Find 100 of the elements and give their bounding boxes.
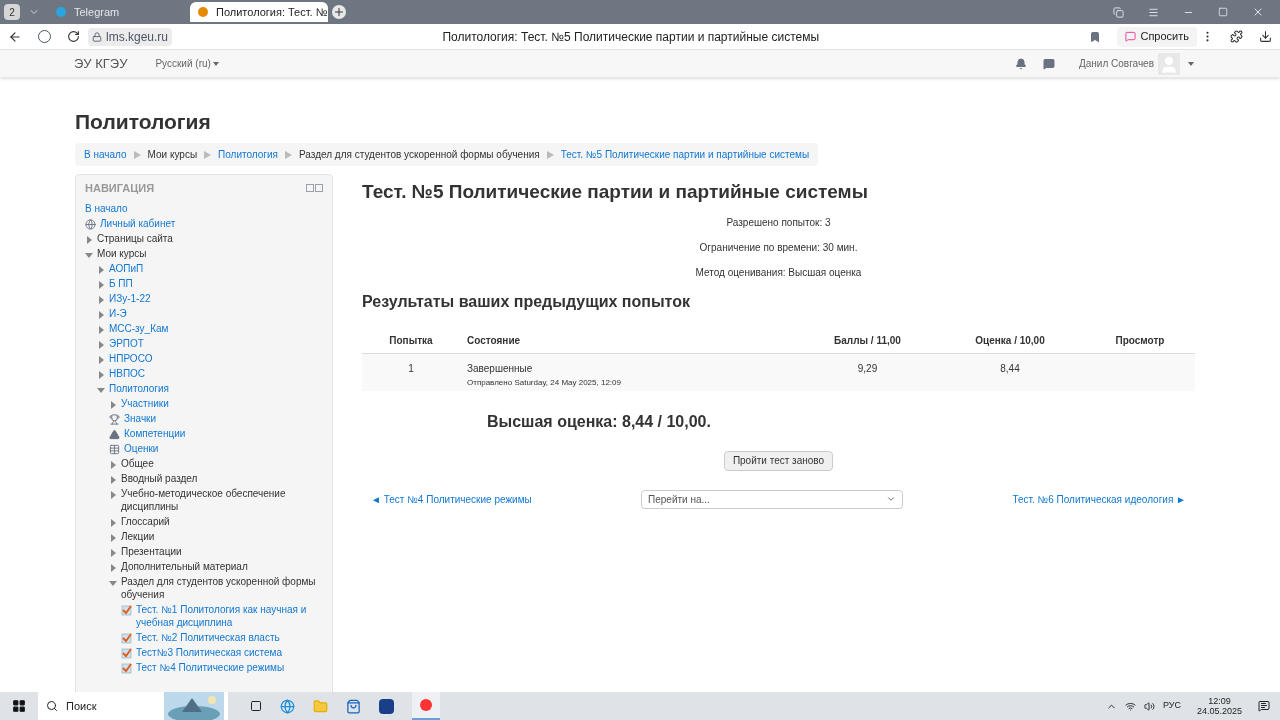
browser-tab[interactable]: Политология: Тест. № — [190, 2, 328, 22]
caret-down-icon[interactable] — [97, 386, 105, 394]
breadcrumb-item[interactable]: В начало — [84, 147, 127, 162]
clock-date[interactable]: 24.05.2025 — [1196, 706, 1242, 716]
nav-item[interactable]: Значки — [124, 412, 157, 425]
app-icon[interactable] — [379, 698, 394, 714]
caret-right-icon[interactable] — [97, 326, 105, 334]
network-icon[interactable] — [1124, 700, 1136, 712]
nav-item[interactable]: АОПиП — [109, 262, 144, 275]
caret-down-icon[interactable] — [109, 579, 117, 587]
bell-icon[interactable] — [1015, 57, 1027, 70]
caret-right-icon[interactable] — [109, 519, 117, 527]
ask-button[interactable]: Спросить — [1117, 26, 1197, 47]
nav-item[interactable]: Оценки — [124, 442, 159, 455]
chat-bubble-icon — [1125, 31, 1137, 42]
close-icon[interactable] — [1252, 6, 1264, 18]
retry-button[interactable]: Пройти тест заново — [723, 450, 834, 471]
caret-down-icon[interactable] — [85, 251, 93, 259]
download-icon[interactable] — [1259, 30, 1272, 43]
new-tab-icon[interactable] — [332, 5, 346, 19]
next-link[interactable]: Тест. №6 Политическая идеология ► — [1012, 491, 1186, 507]
dock-icon[interactable] — [315, 184, 323, 192]
breadcrumb-item[interactable]: Мои курсы — [147, 147, 198, 162]
chat-icon[interactable] — [1043, 57, 1055, 70]
caret-right-icon[interactable] — [97, 356, 105, 364]
nav-item[interactable]: Раздел для студентов ускоренной формы обучения — [121, 575, 323, 601]
nav-item[interactable]: И-Э — [109, 307, 127, 320]
caret-right-icon[interactable] — [85, 236, 93, 244]
nav-item[interactable]: Вводный раздел — [121, 472, 198, 485]
maximize-icon[interactable] — [1218, 7, 1228, 17]
menu-icon[interactable] — [1148, 6, 1159, 18]
clock-time[interactable]: 12:09 — [1208, 696, 1231, 706]
breadcrumb-item[interactable]: Тест. №5 Политические партии и партийные системы — [560, 147, 810, 162]
taskbar-search-field[interactable]: Поиск — [38, 692, 228, 720]
url-field[interactable]: lms.kgeu.ru — [88, 27, 173, 46]
nav-item[interactable]: Общее — [121, 457, 154, 470]
caret-right-icon[interactable] — [97, 311, 105, 319]
caret-right-icon[interactable] — [109, 534, 117, 542]
caret-right-icon[interactable] — [109, 549, 117, 557]
volume-icon[interactable] — [1143, 700, 1155, 712]
caret-right-icon[interactable] — [97, 341, 105, 349]
nav-item[interactable]: ИЗу-1-22 — [109, 292, 151, 305]
checked-quiz-icon — [121, 648, 132, 659]
nav-item[interactable]: Тест. №1 Политология как научная и учебная дисциплина — [136, 603, 323, 629]
tab-title[interactable]: Политология: Тест. № — [216, 3, 328, 21]
caret-down-icon — [212, 61, 219, 66]
store-icon[interactable] — [346, 698, 361, 714]
bookmark-icon[interactable] — [1089, 30, 1102, 43]
reload-icon[interactable] — [67, 30, 80, 43]
browser-tab[interactable]: Telegram — [48, 2, 186, 22]
nav-item[interactable]: Политология — [109, 382, 169, 395]
nav-item[interactable]: НВПОС — [109, 367, 146, 380]
nav-item[interactable]: Личный кабинет — [100, 217, 176, 230]
tab-title[interactable]: Telegram — [74, 3, 120, 21]
search-icon — [46, 700, 58, 712]
collapse-icon[interactable] — [306, 184, 314, 192]
breadcrumb-item[interactable]: Раздел для студентов ускоренной формы обучения — [299, 147, 540, 162]
notifications-icon[interactable] — [1258, 700, 1270, 712]
extensions-icon[interactable] — [1230, 30, 1243, 43]
nav-item[interactable]: ЭРПОТ — [109, 337, 144, 350]
nav-item[interactable]: Страницы сайта — [97, 232, 173, 245]
jump-select[interactable]: Перейти на... — [641, 489, 904, 509]
nav-item[interactable]: Глоссарий — [121, 515, 170, 528]
nav-item[interactable]: Б ПП — [109, 277, 133, 290]
caret-right-icon[interactable] — [97, 266, 105, 274]
caret-right-icon[interactable] — [109, 401, 117, 409]
nav-item[interactable]: Мои курсы — [97, 247, 147, 260]
nav-item[interactable]: НПРОСО — [109, 352, 153, 365]
site-name[interactable]: ЭУ КГЭУ — [74, 53, 128, 74]
caret-right-icon[interactable] — [109, 491, 117, 499]
nav-item[interactable]: МСС-зу_Кам — [109, 322, 169, 335]
caret-right-icon[interactable] — [97, 281, 105, 289]
browser-app-icon[interactable] — [412, 692, 440, 720]
caret-right-icon[interactable] — [109, 564, 117, 572]
caret-right-icon[interactable] — [97, 371, 105, 379]
user-name[interactable]: Данил Совгачев — [1079, 56, 1154, 71]
input-language[interactable]: РУС — [1162, 699, 1181, 713]
quiz-title: Тест. №5 Политические партии и партийные системы — [362, 180, 869, 204]
nav-item[interactable]: Тест. №2 Политическая власть — [136, 631, 280, 644]
task-view-icon[interactable] — [250, 700, 262, 712]
back-icon[interactable] — [8, 29, 22, 44]
caret-right-icon[interactable] — [97, 296, 105, 304]
nav-item[interactable]: Лекции — [121, 530, 155, 543]
nav-item[interactable]: Учебно-методическое обеспечение дисциплины — [121, 487, 323, 513]
nav-item[interactable]: Участники — [121, 397, 169, 410]
breadcrumb-item[interactable]: Политология — [218, 147, 278, 162]
language-menu[interactable]: Русский (ru) — [155, 56, 219, 71]
caret-right-icon[interactable] — [109, 476, 117, 484]
nav-item[interactable]: Презентации — [121, 545, 182, 558]
nav-item[interactable]: Тест№3 Политическая система — [136, 646, 283, 659]
nav-item[interactable]: Тест №4 Политические режимы — [136, 661, 285, 674]
caret-right-icon[interactable] — [109, 461, 117, 469]
tabs-icon[interactable] — [1113, 6, 1124, 18]
nav-item[interactable]: Компетенции — [124, 427, 186, 440]
previous-link[interactable]: ◄ Тест №4 Политические режимы — [371, 491, 532, 507]
tab-counter[interactable]: 2 — [4, 4, 20, 20]
nav-item[interactable]: В начало — [85, 202, 128, 215]
caret-down-icon[interactable] — [1188, 61, 1194, 66]
windows-icon[interactable] — [12, 699, 26, 713]
nav-item[interactable]: Дополнительный материал — [121, 560, 248, 573]
